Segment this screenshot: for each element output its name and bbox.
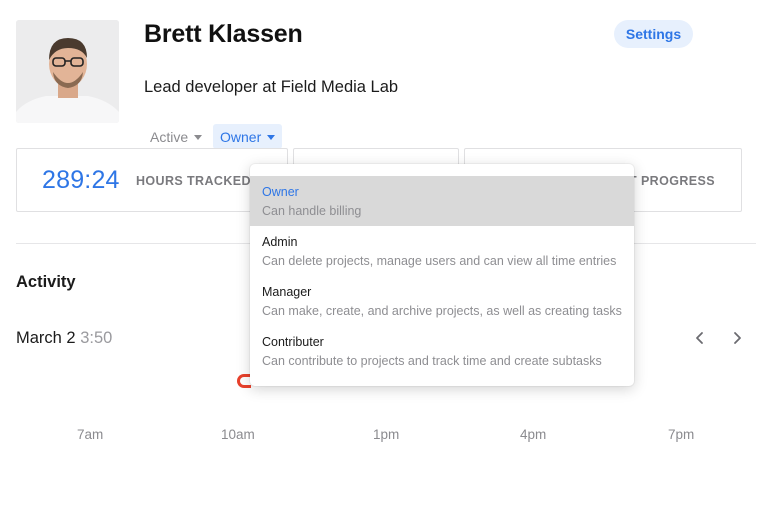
settings-button[interactable]: Settings <box>614 20 693 48</box>
previous-day-button[interactable] <box>690 327 710 349</box>
caret-down-icon <box>194 134 203 140</box>
activity-date: March 2 <box>16 329 76 347</box>
status-filter-label: Active <box>150 128 189 145</box>
role-option-description: Can contribute to projects and track tim… <box>262 354 602 368</box>
hours-tracked-label: HOURS TRACKED <box>136 174 251 188</box>
caret-down-icon <box>267 134 276 140</box>
hours-tracked-value: 289:24 <box>42 166 120 194</box>
role-option-title: Admin <box>262 235 298 249</box>
role-option-owner[interactable]: Owner Can handle billing <box>250 176 634 226</box>
role-option-title: Owner <box>262 185 299 199</box>
timeline-tick: 7pm <box>668 427 695 442</box>
chevron-left-icon <box>696 332 703 344</box>
role-option-admin[interactable]: Admin Can delete projects, manage users … <box>250 226 634 276</box>
chevron-right-icon <box>734 332 741 344</box>
timeline-tick: 1pm <box>373 427 400 442</box>
timeline-tick: 7am <box>77 427 104 442</box>
role-dropdown-menu: Owner Can handle billing Admin Can delet… <box>250 164 634 386</box>
status-filter-dropdown[interactable]: Active <box>143 124 209 149</box>
timeline-tick: 10am <box>221 427 255 442</box>
role-option-description: Can make, create, and archive projects, … <box>262 304 622 318</box>
activity-heading: Activity <box>16 273 76 291</box>
profile-name: Brett Klassen <box>144 20 303 48</box>
role-option-contributer[interactable]: Contributer Can contribute to projects a… <box>250 326 634 376</box>
timeline-tick: 4pm <box>520 427 547 442</box>
role-filter-dropdown[interactable]: Owner <box>213 124 283 149</box>
role-option-title: Contributer <box>262 335 324 349</box>
role-option-description: Can handle billing <box>262 204 362 218</box>
role-option-title: Manager <box>262 285 312 299</box>
profile-panel: Brett Klassen Lead developer at Field Me… <box>0 0 764 509</box>
next-day-button[interactable] <box>727 327 747 349</box>
hours-tracked-card: 289:24 HOURS TRACKED <box>16 148 288 212</box>
role-filter-label: Owner <box>220 128 262 145</box>
profile-subtitle: Lead developer at Field Media Lab <box>144 78 399 96</box>
activity-date-row: March 2 3:50 <box>16 329 112 348</box>
role-option-description: Can delete projects, manage users and ca… <box>262 254 617 268</box>
role-option-manager[interactable]: Manager Can make, create, and archive pr… <box>250 276 634 326</box>
activity-date-total: 3:50 <box>80 329 113 347</box>
activity-bar[interactable] <box>237 374 251 388</box>
avatar <box>16 20 119 123</box>
